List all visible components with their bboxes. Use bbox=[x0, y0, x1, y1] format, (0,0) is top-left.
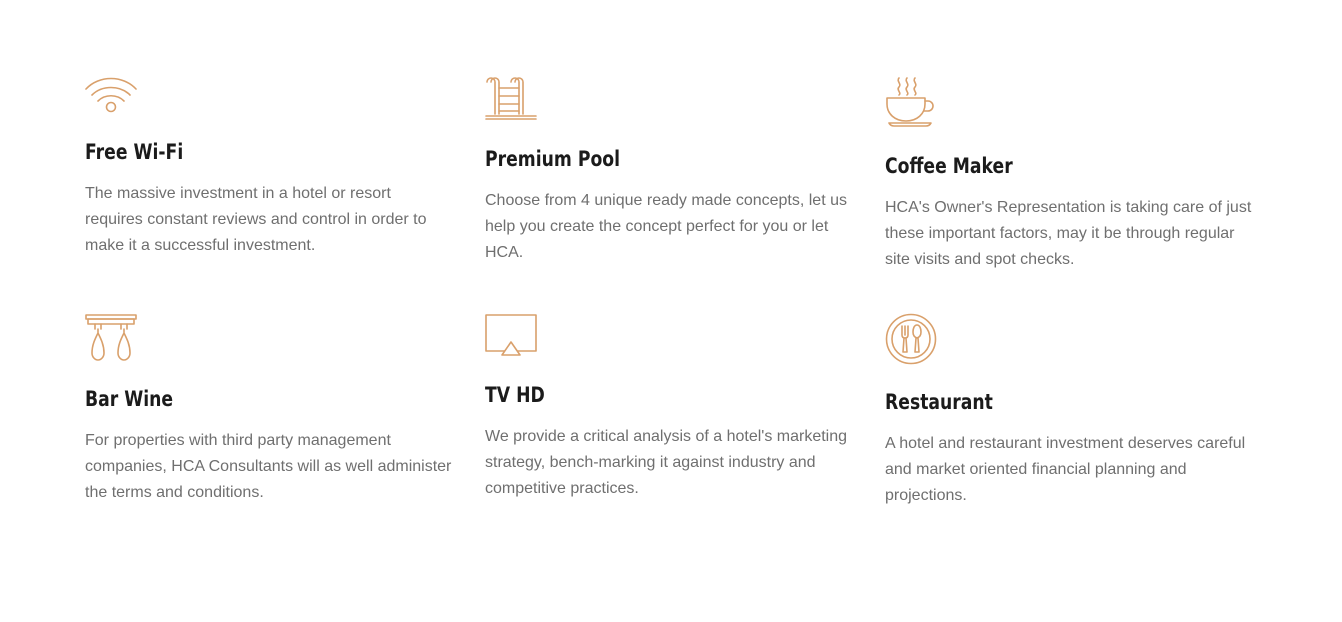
feature-title: Coffee Maker bbox=[885, 154, 1013, 178]
restaurant-icon bbox=[885, 313, 937, 365]
feature-restaurant: Restaurant A hotel and restaurant invest… bbox=[885, 313, 1255, 509]
pool-ladder-icon bbox=[485, 76, 537, 128]
feature-free-wifi: Free Wi-Fi The massive investment in a h… bbox=[85, 76, 455, 259]
coffee-cup-icon bbox=[885, 76, 937, 128]
feature-coffee-maker: Coffee Maker HCA's Owner's Representatio… bbox=[885, 76, 1255, 273]
feature-description: A hotel and restaurant investment deserv… bbox=[885, 435, 1246, 504]
feature-title: TV HD bbox=[485, 383, 545, 407]
feature-title: Restaurant bbox=[885, 390, 993, 414]
feature-description: HCA's Owner's Representation is taking c… bbox=[885, 199, 1252, 268]
feature-description: We provide a critical analysis of a hote… bbox=[485, 428, 848, 497]
wine-glasses-icon bbox=[85, 313, 137, 365]
feature-description: The massive investment in a hotel or res… bbox=[85, 185, 427, 254]
feature-title: Bar Wine bbox=[85, 387, 174, 411]
feature-bar-wine: Bar Wine For properties with third party… bbox=[85, 313, 455, 506]
feature-description: For properties with third party manageme… bbox=[85, 432, 452, 501]
feature-title: Free Wi-Fi bbox=[85, 140, 184, 164]
feature-premium-pool: Premium Pool Choose from 4 unique ready … bbox=[485, 76, 855, 266]
tv-icon bbox=[485, 313, 537, 365]
feature-description: Choose from 4 unique ready made concepts… bbox=[485, 192, 847, 261]
wifi-icon bbox=[85, 76, 137, 128]
feature-title: Premium Pool bbox=[485, 147, 621, 171]
feature-tv-hd: TV HD We provide a critical analysis of … bbox=[485, 313, 855, 502]
